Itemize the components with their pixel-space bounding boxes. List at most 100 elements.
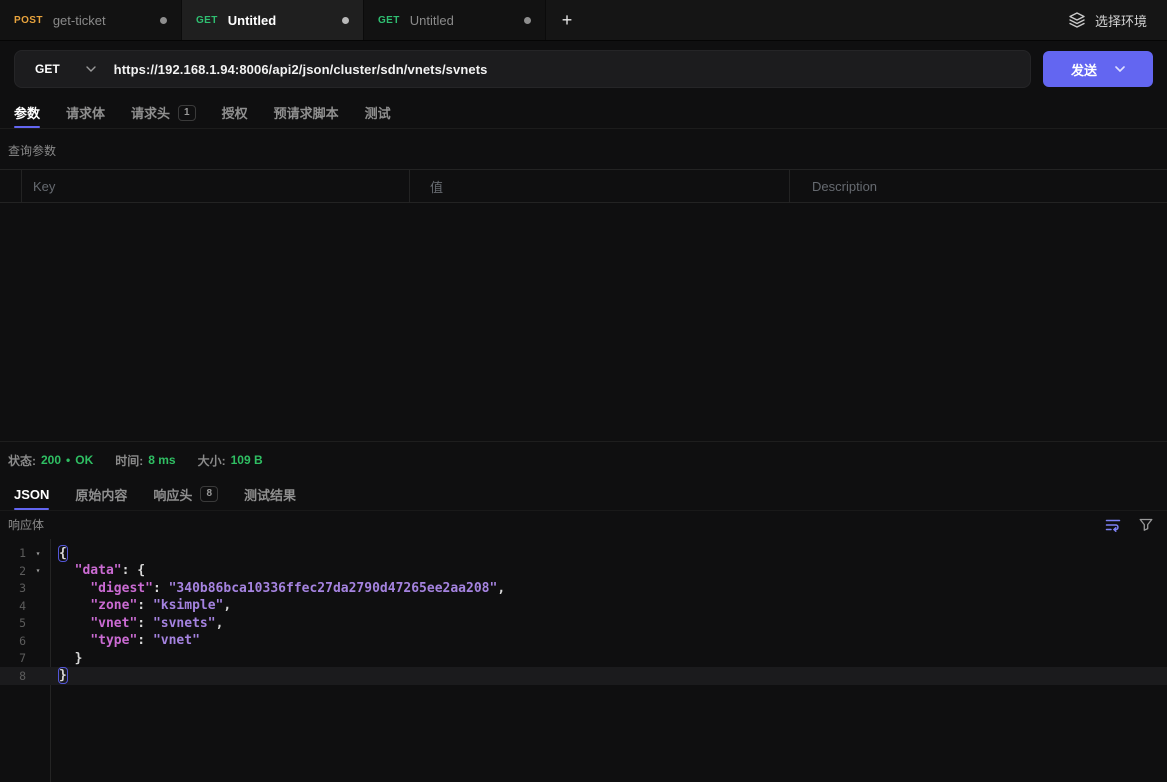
query-params-label: 查询参数 <box>0 129 1167 169</box>
tab-label: 测试 <box>365 103 391 122</box>
code-line-content: } <box>50 651 82 666</box>
param-row-checkbox-cell[interactable] <box>0 170 22 202</box>
code-line-content: "vnet": "svnets", <box>50 616 223 631</box>
code-line-content: } <box>50 668 67 683</box>
code-token: "digest" <box>90 581 153 596</box>
request-pane-empty-area <box>0 203 1167 441</box>
line-number: 3 <box>0 581 26 595</box>
line-number: 4 <box>0 599 26 613</box>
url-input[interactable]: https://192.168.1.94:8006/api2/json/clus… <box>114 62 488 77</box>
response-tab-label: 原始内容 <box>75 485 127 504</box>
tab-测试[interactable]: 测试 <box>352 97 404 128</box>
matched-bracket: } <box>59 668 67 683</box>
request-tab[interactable]: GETUntitled <box>364 0 546 40</box>
param-value-input[interactable]: 值 <box>410 170 790 202</box>
tab-预请求脚本[interactable]: 预请求脚本 <box>261 97 352 128</box>
code-line-content: { <box>50 546 67 561</box>
code-token: "vnet" <box>90 616 137 631</box>
response-tab-label: 测试结果 <box>244 485 296 504</box>
code-token: : { <box>122 563 145 578</box>
unsaved-dot[interactable] <box>342 17 349 24</box>
code-line-content: "type": "vnet" <box>50 633 200 648</box>
line-number: 6 <box>0 634 26 648</box>
tab-请求头[interactable]: 请求头 1 <box>118 97 209 128</box>
response-tab-测试结果[interactable]: 测试结果 <box>231 479 309 510</box>
code-token <box>59 616 90 631</box>
code-token: : <box>137 633 153 648</box>
fold-arrow-icon[interactable]: ▾ <box>26 566 50 575</box>
chevron-down-icon <box>86 66 96 72</box>
response-tab-响应头[interactable]: 响应头8 <box>140 479 231 510</box>
param-key-input[interactable]: Key <box>22 170 410 202</box>
code-line: 7 } <box>0 650 1167 668</box>
line-number: 8 <box>0 669 26 683</box>
code-token: : <box>137 598 153 613</box>
tab-title: Untitled <box>410 13 454 28</box>
response-body-label: 响应体 <box>8 516 44 533</box>
code-token: : <box>137 616 153 631</box>
add-tab-button[interactable]: + <box>546 0 588 40</box>
tab-label: 预请求脚本 <box>274 103 339 122</box>
tab-title: Untitled <box>228 13 276 28</box>
response-status-bar: 状态: 200 • OK 时间: 8 ms 大小: 109 B <box>0 441 1167 479</box>
time-value: 8 ms <box>148 453 175 467</box>
line-number: 7 <box>0 651 26 665</box>
size-value: 109 B <box>231 453 263 467</box>
response-json-viewer[interactable]: 1▾{2▾ "data": {3 "digest": "340b86bca103… <box>0 539 1167 782</box>
method-dropdown[interactable]: GET <box>15 62 114 76</box>
fold-arrow-icon[interactable]: ▾ <box>26 549 50 558</box>
request-tab-bar: POSTget-ticketGETUntitledGETUntitled + 选… <box>0 0 1167 41</box>
code-token: "vnet" <box>153 633 200 648</box>
code-line-content: "digest": "340b86bca10336ffec27da2790d47… <box>50 581 505 596</box>
response-tab-原始内容[interactable]: 原始内容 <box>62 479 140 510</box>
tab-label: 授权 <box>222 103 248 122</box>
filter-icon[interactable] <box>1138 517 1154 532</box>
wrap-text-icon[interactable] <box>1104 517 1122 533</box>
response-tab-JSON[interactable]: JSON <box>1 479 62 510</box>
tab-title: get-ticket <box>53 13 106 28</box>
unsaved-dot[interactable] <box>524 17 531 24</box>
request-url-row: GET https://192.168.1.94:8006/api2/json/… <box>0 41 1167 97</box>
line-number: 1 <box>0 546 26 560</box>
code-line: 8} <box>0 667 1167 685</box>
param-description-input[interactable]: Description <box>790 170 1167 202</box>
environment-selector-label: 选择环境 <box>1095 11 1147 30</box>
layers-icon <box>1068 11 1086 29</box>
status-label: 状态: <box>8 452 36 469</box>
environment-selector[interactable]: 选择环境 <box>1048 0 1167 40</box>
code-token: "type" <box>90 633 137 648</box>
code-line-content: "zone": "ksimple", <box>50 598 231 613</box>
code-token <box>59 581 90 596</box>
code-token <box>59 598 90 613</box>
code-line: 2▾ "data": { <box>0 562 1167 580</box>
tab-参数[interactable]: 参数 <box>1 97 53 128</box>
request-tab[interactable]: POST get-ticket <box>0 0 182 40</box>
tab-label: 请求头 <box>131 103 170 122</box>
code-token: "data" <box>75 563 122 578</box>
response-tab-label: 响应头 <box>153 485 192 504</box>
code-line: 6 "type": "vnet" <box>0 632 1167 650</box>
status-separator: • <box>66 453 70 467</box>
code-token: , <box>223 598 231 613</box>
tab-授权[interactable]: 授权 <box>209 97 261 128</box>
chevron-down-icon <box>1115 66 1125 72</box>
method-dropdown-value: GET <box>35 62 60 76</box>
tab-label: 请求体 <box>66 103 105 122</box>
status-code: 200 <box>41 453 61 467</box>
response-section-tabs: JSON 原始内容响应头8 测试结果 <box>0 479 1167 511</box>
request-tab[interactable]: GET Untitled <box>182 0 364 40</box>
method-badge: POST <box>14 15 43 26</box>
method-badge: GET <box>196 15 218 26</box>
param-key-placeholder: Key <box>33 179 55 194</box>
response-tab-label: JSON <box>14 487 49 502</box>
count-badge: 1 <box>178 105 196 121</box>
param-description-placeholder: Description <box>812 179 877 194</box>
unsaved-dot[interactable] <box>160 17 167 24</box>
send-button[interactable]: 发送 <box>1043 51 1153 87</box>
tab-请求体[interactable]: 请求体 <box>53 97 118 128</box>
code-line: 1▾{ <box>0 545 1167 563</box>
code-token: "340b86bca10336ffec27da2790d47265ee2aa20… <box>169 581 498 596</box>
code-line-content: "data": { <box>50 563 145 578</box>
size-label: 大小: <box>198 452 226 469</box>
param-value-placeholder: 值 <box>430 177 443 196</box>
